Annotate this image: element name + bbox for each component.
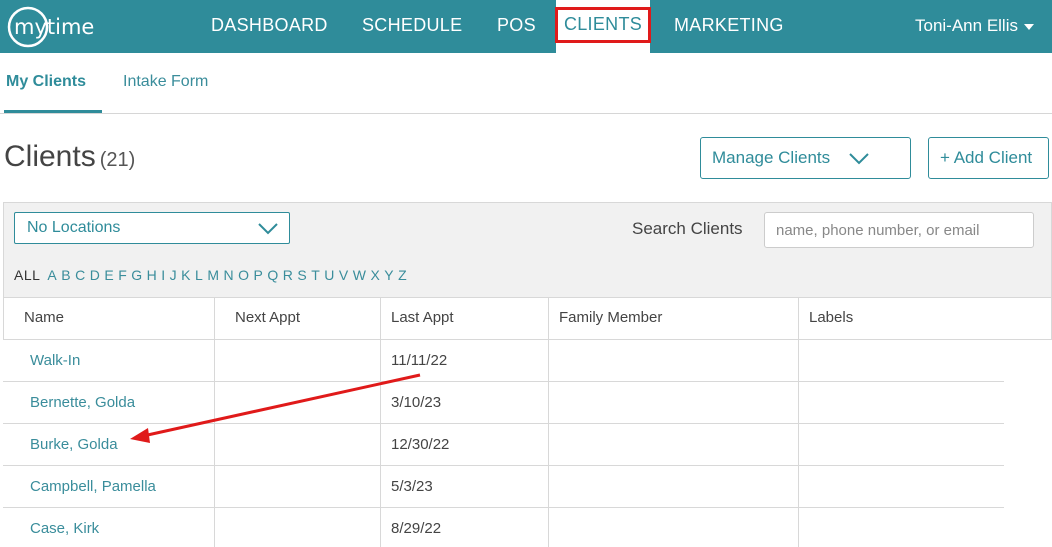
page-title: Clients (21): [4, 140, 135, 174]
location-value: No Locations: [27, 219, 121, 236]
column-header-labels[interactable]: Labels: [799, 298, 1052, 339]
alpha-letter[interactable]: K: [181, 267, 191, 283]
alpha-letter[interactable]: B: [61, 267, 71, 283]
page-title-text: Clients: [4, 140, 96, 173]
nav-marketing[interactable]: MARKETING: [674, 0, 784, 53]
alpha-letter[interactable]: D: [90, 267, 101, 283]
nav-dashboard[interactable]: DASHBOARD: [211, 0, 328, 53]
alpha-letter[interactable]: O: [238, 267, 249, 283]
user-name: Toni-Ann Ellis: [915, 16, 1018, 35]
alpha-letter[interactable]: S: [297, 267, 307, 283]
tab-intake-form[interactable]: Intake Form: [123, 53, 208, 113]
alpha-letter[interactable]: C: [75, 267, 86, 283]
alpha-letter[interactable]: N: [223, 267, 234, 283]
chevron-down-icon: [258, 223, 278, 235]
last-appt-cell: 11/11/22: [391, 352, 448, 369]
caret-down-icon: [1024, 23, 1034, 30]
filter-panel: No Locations Search Clients ALL ABCDEFGHI…: [3, 202, 1052, 298]
alpha-letter[interactable]: Y: [384, 267, 394, 283]
alpha-letter[interactable]: U: [324, 267, 335, 283]
alpha-letter[interactable]: X: [370, 267, 380, 283]
add-client-button[interactable]: + Add Client: [928, 137, 1049, 179]
alphabet-filter: ALL A B C D E F G H I J K L M N O P Q R S T U V W X Y Z: [14, 267, 411, 283]
search-input[interactable]: [764, 212, 1034, 248]
mytime-logo[interactable]: mytime: [6, 5, 122, 49]
last-appt-cell: 3/10/23: [391, 394, 442, 411]
alpha-letter[interactable]: F: [118, 267, 127, 283]
alpha-letter[interactable]: T: [311, 267, 320, 283]
client-name-link[interactable]: Case, Kirk: [20, 508, 99, 547]
chevron-down-icon: [849, 153, 869, 165]
table-header: Name Next Appt Last Appt Family Member L…: [3, 298, 1052, 340]
alpha-letter[interactable]: W: [353, 267, 367, 283]
alpha-letter[interactable]: V: [339, 267, 349, 283]
client-name-link[interactable]: Campbell, Pamella: [20, 466, 156, 507]
last-appt-cell: 5/3/23: [391, 478, 433, 495]
nav-clients[interactable]: CLIENTS: [556, 0, 650, 53]
nav-pos[interactable]: POS: [497, 0, 536, 53]
table-row: Case, Kirk 8/29/22: [3, 508, 1004, 547]
client-count: (21): [99, 149, 136, 171]
search-clients-label: Search Clients: [632, 219, 743, 238]
alpha-letter[interactable]: E: [104, 267, 114, 283]
logo-text: mytime: [14, 15, 94, 39]
table-row: Walk-In 11/11/22: [3, 340, 1004, 382]
column-header-name[interactable]: Name: [4, 298, 215, 339]
sub-nav: My Clients Intake Form: [0, 53, 1052, 114]
location-select[interactable]: No Locations: [14, 212, 290, 244]
alpha-letter[interactable]: H: [147, 267, 158, 283]
manage-clients-button[interactable]: Manage Clients: [700, 137, 911, 179]
tab-my-clients[interactable]: My Clients: [4, 53, 102, 113]
column-header-last-appt[interactable]: Last Appt: [381, 298, 549, 339]
client-name-link[interactable]: Burke, Golda: [20, 424, 118, 465]
alpha-letter[interactable]: A: [47, 267, 57, 283]
alpha-letter[interactable]: I: [161, 267, 165, 283]
last-appt-cell: 12/30/22: [391, 436, 450, 453]
client-name-link[interactable]: Bernette, Golda: [20, 382, 135, 423]
nav-schedule[interactable]: SCHEDULE: [362, 0, 462, 53]
alpha-letter[interactable]: Z: [398, 267, 407, 283]
client-name-link[interactable]: Walk-In: [20, 340, 80, 381]
table-row: Campbell, Pamella 5/3/23: [3, 466, 1004, 508]
alpha-letter[interactable]: Q: [267, 267, 278, 283]
last-appt-cell: 8/29/22: [391, 520, 442, 537]
top-nav-bar: mytime DASHBOARD SCHEDULE POS CLIENTS MA…: [0, 0, 1052, 53]
alpha-letter[interactable]: M: [207, 267, 219, 283]
column-header-next-appt[interactable]: Next Appt: [215, 298, 381, 339]
column-header-family-member[interactable]: Family Member: [549, 298, 799, 339]
alpha-letter[interactable]: R: [283, 267, 294, 283]
user-menu[interactable]: Toni-Ann Ellis: [915, 0, 1034, 53]
alpha-all[interactable]: ALL: [14, 267, 40, 283]
alpha-letter[interactable]: P: [254, 267, 264, 283]
alpha-letter[interactable]: L: [195, 267, 203, 283]
alpha-letter[interactable]: J: [170, 267, 178, 283]
table-row: Burke, Golda 12/30/22: [3, 424, 1004, 466]
table-body: Walk-In 11/11/22 Bernette, Golda 3/10/23…: [3, 340, 1052, 547]
alpha-letter[interactable]: G: [131, 267, 142, 283]
manage-clients-label: Manage Clients: [712, 148, 831, 167]
table-row: Bernette, Golda 3/10/23: [3, 382, 1004, 424]
